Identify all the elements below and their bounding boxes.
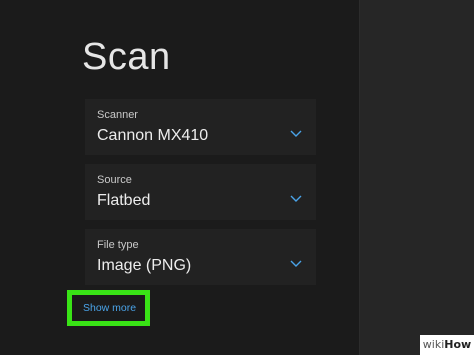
page-title: Scan bbox=[82, 36, 171, 78]
file-type-label: File type bbox=[97, 239, 139, 251]
watermark-how: How bbox=[444, 338, 472, 351]
source-label: Source bbox=[97, 174, 132, 186]
wikihow-watermark: wikiHow bbox=[420, 335, 474, 355]
source-dropdown[interactable]: Source Flatbed bbox=[85, 164, 316, 220]
file-type-value: Image (PNG) bbox=[97, 257, 192, 274]
file-type-dropdown[interactable]: File type Image (PNG) bbox=[85, 229, 316, 285]
scan-panel: Scan Scanner Cannon MX410 Source Flatbed… bbox=[0, 0, 359, 355]
show-more-link[interactable]: Show more bbox=[83, 302, 136, 314]
chevron-down-icon bbox=[290, 260, 302, 267]
chevron-down-icon bbox=[290, 130, 302, 137]
scanner-value: Cannon MX410 bbox=[97, 127, 209, 144]
scanner-dropdown[interactable]: Scanner Cannon MX410 bbox=[85, 99, 316, 155]
scanner-label: Scanner bbox=[97, 109, 138, 121]
source-value: Flatbed bbox=[97, 192, 151, 209]
chevron-down-icon bbox=[290, 195, 302, 202]
watermark-wiki: wiki bbox=[422, 338, 445, 351]
side-panel bbox=[359, 0, 474, 355]
